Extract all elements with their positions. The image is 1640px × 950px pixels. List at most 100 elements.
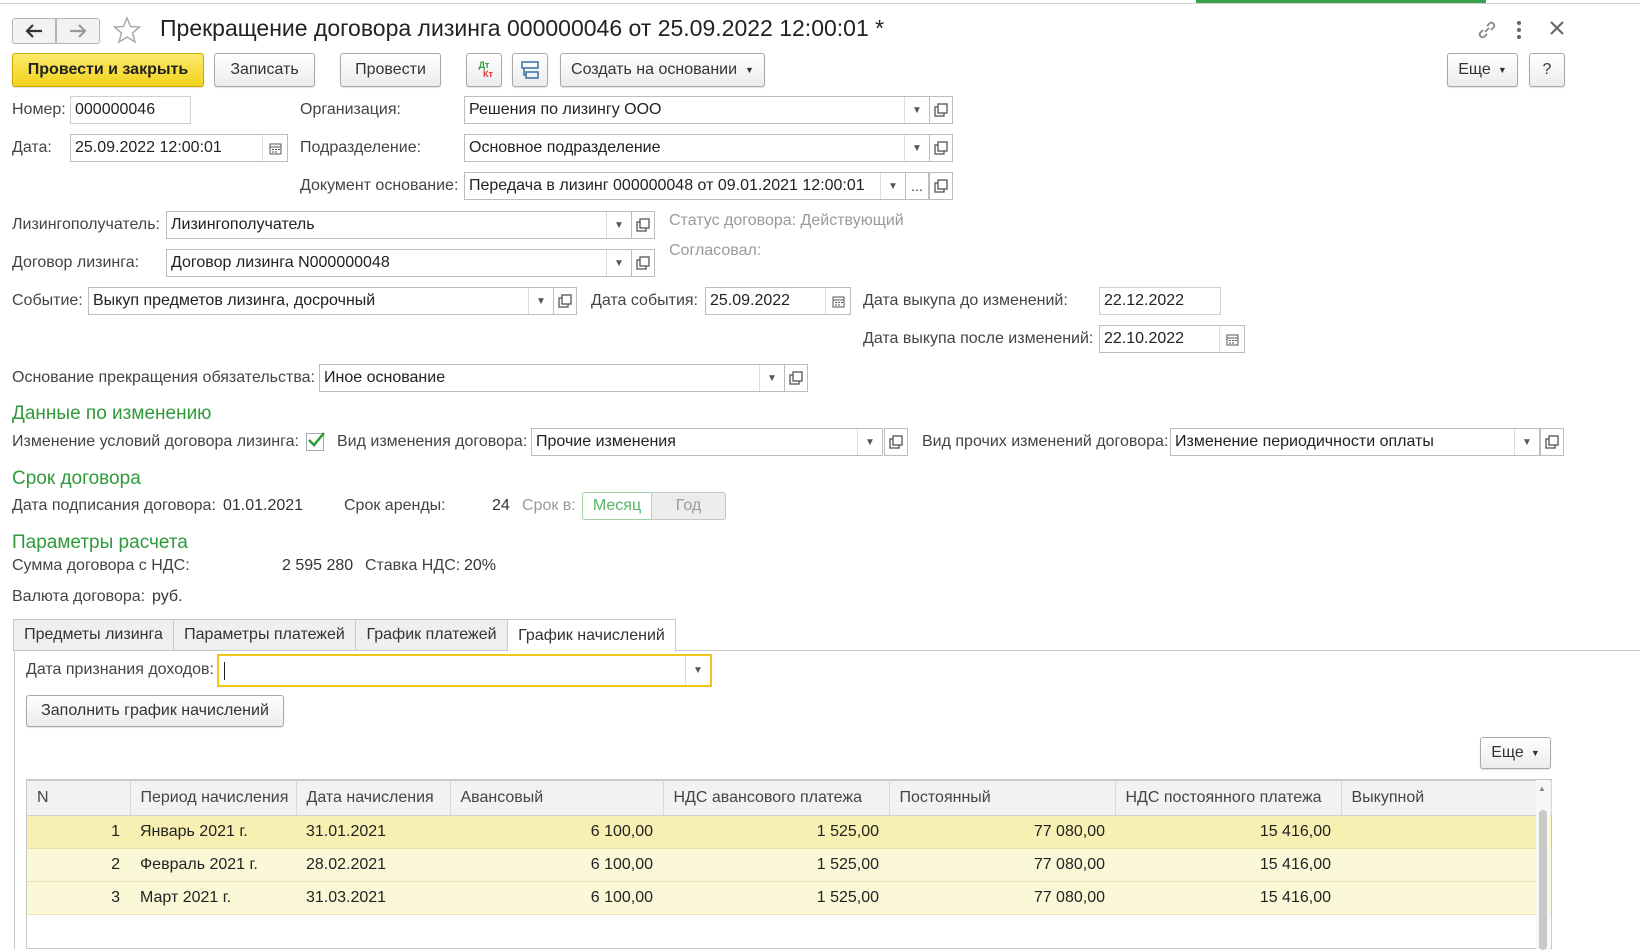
- kebab-menu-icon[interactable]: [1512, 19, 1526, 41]
- kt-label: Кт: [483, 69, 493, 79]
- tab-payment-params[interactable]: Параметры платежей: [173, 619, 356, 651]
- tab-accrual-schedule[interactable]: График начислений: [507, 619, 676, 652]
- open-change-kind-button[interactable]: [884, 428, 908, 456]
- column-header[interactable]: Авансовый: [450, 780, 664, 816]
- column-header[interactable]: НДС постоянного платежа: [1115, 780, 1342, 816]
- contract-terms-change-checkbox[interactable]: [306, 432, 325, 451]
- dt-kt-button[interactable]: Дт Кт: [466, 53, 502, 87]
- dropdown-icon[interactable]: ▼: [904, 135, 929, 161]
- date-field[interactable]: 25.09.2022 12:00:01: [70, 134, 288, 162]
- dropdown-icon[interactable]: ▼: [857, 429, 882, 455]
- income-date-field[interactable]: ▼: [217, 654, 712, 687]
- cell-advance: 6 100,00: [450, 881, 663, 915]
- post-button[interactable]: Провести: [340, 53, 441, 87]
- column-header[interactable]: Период начисления: [130, 780, 297, 816]
- dropdown-icon[interactable]: ▼: [528, 288, 553, 314]
- dropdown-icon[interactable]: ▼: [606, 250, 631, 276]
- dropdown-icon[interactable]: ▼: [880, 173, 905, 199]
- buyout-before-value: 22.12.2022: [1104, 292, 1185, 309]
- number-value: 000000046: [75, 101, 156, 118]
- column-header[interactable]: Выкупной: [1341, 780, 1552, 816]
- dropdown-icon[interactable]: ▼: [759, 365, 784, 391]
- column-header[interactable]: Дата начисления: [296, 780, 451, 816]
- department-label: Подразделение:: [300, 139, 422, 156]
- lessee-label: Лизингополучатель:: [12, 216, 160, 233]
- cell-constant: 77 080,00: [889, 815, 1115, 849]
- fill-accrual-schedule-button[interactable]: Заполнить график начислений: [26, 695, 284, 727]
- structure-button[interactable]: [512, 53, 548, 87]
- event-date-label: Дата события:: [591, 292, 698, 309]
- termination-basis-field[interactable]: Иное основание ▼: [319, 364, 785, 392]
- open-lease-contract-button[interactable]: [631, 249, 655, 277]
- term-unit-month-button[interactable]: Месяц: [582, 492, 652, 520]
- change-kind-value: Прочие изменения: [536, 433, 676, 450]
- cell-period: Март 2021 г.: [130, 881, 296, 915]
- cell-n: 1: [27, 815, 130, 849]
- buyout-before-field: 22.12.2022: [1099, 287, 1221, 315]
- lease-contract-field[interactable]: Договор лизинга N000000048 ▼: [166, 249, 632, 277]
- calendar-icon[interactable]: [262, 135, 287, 161]
- cell-n: 3: [27, 881, 130, 915]
- tab-payment-schedule[interactable]: График платежей: [355, 619, 508, 651]
- save-button[interactable]: Записать: [214, 53, 315, 87]
- open-other-change-kind-button[interactable]: [1540, 428, 1564, 456]
- open-termination-basis-button[interactable]: [784, 364, 808, 392]
- organization-field[interactable]: Решения по лизингу ООО ▼: [464, 96, 930, 124]
- event-date-field[interactable]: 25.09.2022: [705, 287, 851, 315]
- tab-leasing-items[interactable]: Предметы лизинга: [13, 619, 174, 651]
- open-organization-button[interactable]: [929, 96, 953, 124]
- termination-basis-value: Иное основание: [324, 369, 446, 386]
- column-header[interactable]: НДС авансового платежа: [663, 780, 890, 816]
- change-data-section-title: Данные по изменению: [12, 403, 212, 424]
- close-icon[interactable]: [1549, 20, 1565, 36]
- back-button[interactable]: [12, 18, 56, 44]
- dropdown-icon[interactable]: ▼: [606, 212, 631, 238]
- forward-button[interactable]: [56, 18, 100, 44]
- chevron-down-icon: ▼: [1497, 65, 1507, 75]
- buyout-after-value: 22.10.2022: [1104, 330, 1185, 347]
- column-header[interactable]: N: [27, 780, 131, 816]
- column-header[interactable]: Постоянный: [889, 780, 1116, 816]
- cell-date: 31.01.2021: [296, 815, 450, 849]
- star-icon[interactable]: [113, 16, 141, 44]
- post-and-close-button[interactable]: Провести и закрыть: [12, 53, 204, 87]
- dropdown-icon[interactable]: ▼: [1514, 429, 1539, 455]
- active-window-indicator: [1196, 0, 1486, 3]
- cell-buyout: [1341, 815, 1551, 849]
- open-event-button[interactable]: [553, 287, 577, 315]
- help-button[interactable]: ?: [1529, 53, 1565, 87]
- scroll-up-icon[interactable]: ▲: [1538, 784, 1546, 793]
- term-unit-label: Срок в:: [522, 497, 576, 514]
- term-unit-year-button[interactable]: Год: [651, 492, 726, 520]
- cell-period: Январь 2021 г.: [130, 815, 296, 849]
- income-date-label: Дата признания доходов:: [26, 661, 214, 678]
- grid-more-button[interactable]: Еще ▼: [1480, 737, 1551, 769]
- scrollbar-thumb[interactable]: [1539, 810, 1547, 950]
- buyout-before-label: Дата выкупа до изменений:: [863, 292, 1068, 309]
- buyout-after-field[interactable]: 22.10.2022: [1099, 325, 1245, 353]
- calendar-icon[interactable]: [1219, 326, 1244, 352]
- more-button[interactable]: Еще ▼: [1447, 53, 1518, 87]
- basis-document-field[interactable]: Передача в лизинг 000000048 от 09.01.202…: [464, 172, 906, 200]
- table-row[interactable]: 2 Февраль 2021 г. 28.02.2021 6 100,00 1 …: [27, 848, 1551, 882]
- calendar-icon[interactable]: [825, 288, 850, 314]
- link-icon[interactable]: [1476, 19, 1498, 41]
- contract-sum-value: 2 595 280: [282, 557, 354, 574]
- table-row[interactable]: 3 Март 2021 г. 31.03.2021 6 100,00 1 525…: [27, 881, 1551, 915]
- open-lessee-button[interactable]: [631, 211, 655, 239]
- dropdown-icon[interactable]: ▼: [685, 656, 710, 685]
- change-kind-field[interactable]: Прочие изменения ▼: [531, 428, 883, 456]
- select-basis-button[interactable]: ...: [905, 172, 929, 200]
- open-department-button[interactable]: [929, 134, 953, 162]
- other-change-kind-field[interactable]: Изменение периодичности оплаты ▼: [1170, 428, 1540, 456]
- lessee-field[interactable]: Лизингополучатель ▼: [166, 211, 632, 239]
- dropdown-icon[interactable]: ▼: [904, 97, 929, 123]
- open-basis-button[interactable]: [929, 172, 953, 200]
- table-row[interactable]: 1 Январь 2021 г. 31.01.2021 6 100,00 1 5…: [27, 815, 1551, 849]
- number-field[interactable]: 000000046: [70, 96, 191, 124]
- event-field[interactable]: Выкуп предметов лизинга, досрочный ▼: [88, 287, 554, 315]
- department-field[interactable]: Основное подразделение ▼: [464, 134, 930, 162]
- grid-scrollbar[interactable]: ▲: [1536, 780, 1550, 950]
- create-based-on-button[interactable]: Создать на основании ▼: [560, 53, 765, 87]
- cell-date: 31.03.2021: [296, 881, 450, 915]
